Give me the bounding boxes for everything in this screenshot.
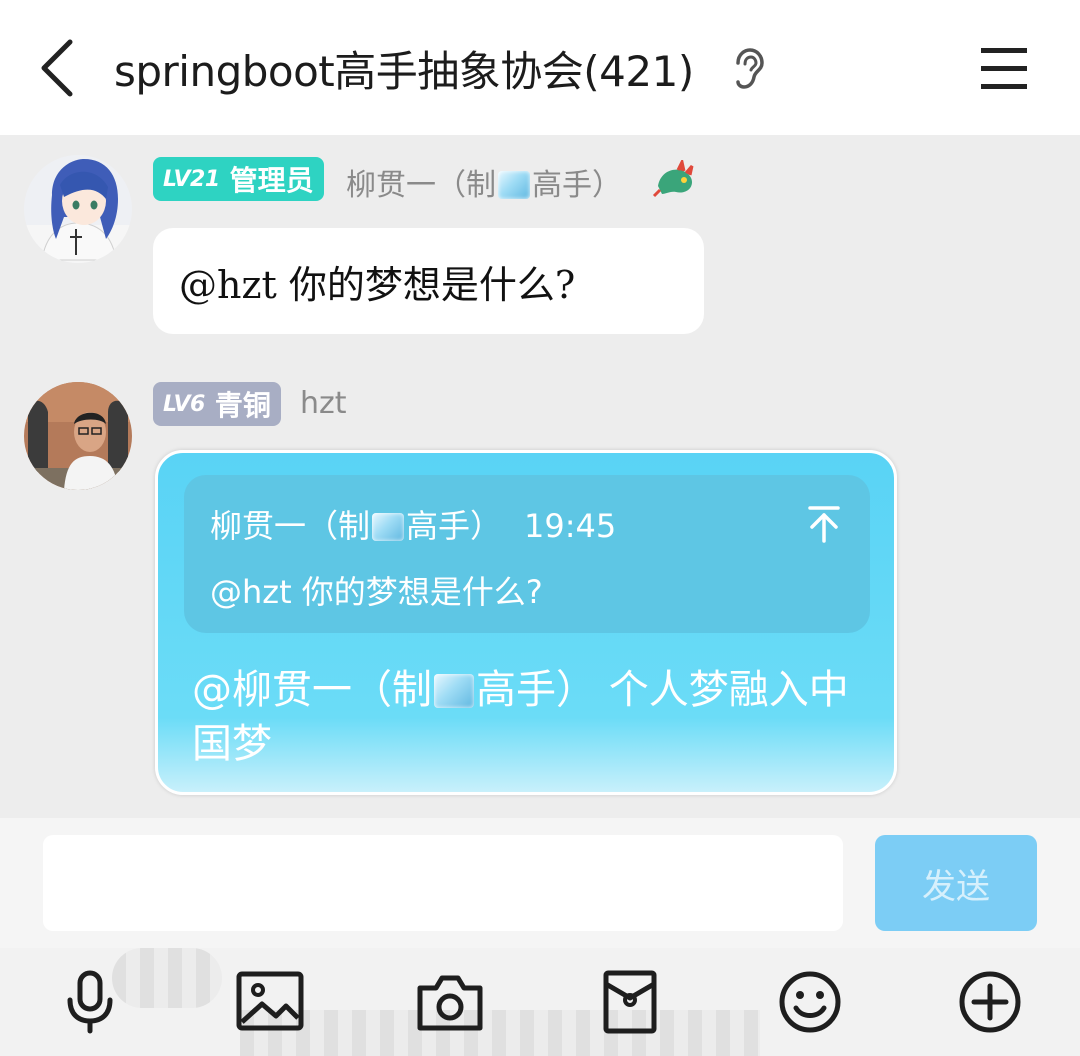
send-button[interactable]: 发送	[875, 835, 1037, 931]
sender-name[interactable]: hzt	[300, 386, 347, 421]
role-label: 管理员	[229, 164, 314, 197]
role-label: 青铜	[214, 389, 271, 422]
red-packet-icon	[603, 970, 657, 1034]
toolbar	[0, 948, 1080, 1056]
hamburger-menu-icon	[981, 48, 1027, 89]
avatar[interactable]	[24, 382, 132, 490]
plus-button[interactable]	[954, 970, 1026, 1034]
camera-button[interactable]	[414, 970, 486, 1034]
ice-cube-icon	[434, 674, 474, 708]
ice-cube-icon	[372, 513, 405, 541]
quoted-message[interactable]: 柳贯一（制 高手） 19:45 @hzt 你的梦想是什么?	[184, 475, 870, 633]
dragon-icon	[652, 160, 694, 198]
anime-avatar-image	[24, 155, 132, 263]
camera-icon	[417, 975, 483, 1031]
image-icon	[236, 971, 304, 1031]
scroll-to-top-icon[interactable]	[804, 503, 844, 545]
back-button[interactable]	[30, 30, 100, 106]
sender-name-prefix: 柳贯一（制	[346, 168, 496, 203]
level-badge: LV21 管理员	[153, 157, 324, 201]
emoji-icon	[779, 971, 841, 1033]
message-bubble[interactable]: @hzt 你的梦想是什么?	[153, 228, 704, 334]
ice-cube-icon	[498, 171, 530, 199]
red-packet-button[interactable]	[594, 970, 666, 1034]
reply-bubble[interactable]: 柳贯一（制 高手） 19:45 @hzt 你的梦想是什么? @柳贯一（制 高手） 个人…	[155, 450, 897, 795]
quote-author-prefix: 柳贯一（制	[210, 507, 371, 545]
blurred-overlay	[240, 1010, 760, 1056]
reply-text-prefix: @柳贯一（制	[192, 667, 432, 713]
quote-timestamp: 19:45	[524, 507, 617, 545]
composer-bar: 发送	[0, 818, 1080, 948]
photo-avatar-image	[24, 382, 132, 490]
reply-text: @柳贯一（制 高手） 个人梦融入中国梦	[192, 663, 872, 771]
message-text: @hzt 你的梦想是什么?	[179, 263, 576, 307]
level-label: LV21	[163, 166, 220, 192]
page-title: springboot高手抽象协会(421)	[114, 47, 694, 96]
level-badge: LV6 青铜	[153, 382, 281, 426]
ear-icon	[736, 48, 764, 89]
microphone-icon	[67, 970, 113, 1034]
quote-author: 柳贯一（制 高手） 19:45	[210, 501, 616, 547]
menu-button[interactable]	[975, 42, 1035, 94]
emoji-button[interactable]	[774, 970, 846, 1034]
chat-header: springboot高手抽象协会(421)	[0, 0, 1080, 135]
plus-icon	[959, 971, 1021, 1033]
sender-name-suffix: 高手）	[532, 168, 622, 203]
blurred-sticker	[112, 948, 222, 1008]
avatar[interactable]	[24, 155, 132, 263]
level-label: LV6	[163, 391, 205, 417]
sender-name[interactable]: 柳贯一（制 高手）	[346, 160, 622, 204]
quote-text: @hzt 你的梦想是什么?	[210, 573, 543, 611]
image-button[interactable]	[234, 970, 306, 1034]
message-input[interactable]	[43, 835, 843, 931]
microphone-button[interactable]	[54, 970, 126, 1034]
chevron-left-icon	[41, 39, 73, 97]
quote-author-suffix: 高手）	[406, 507, 503, 545]
